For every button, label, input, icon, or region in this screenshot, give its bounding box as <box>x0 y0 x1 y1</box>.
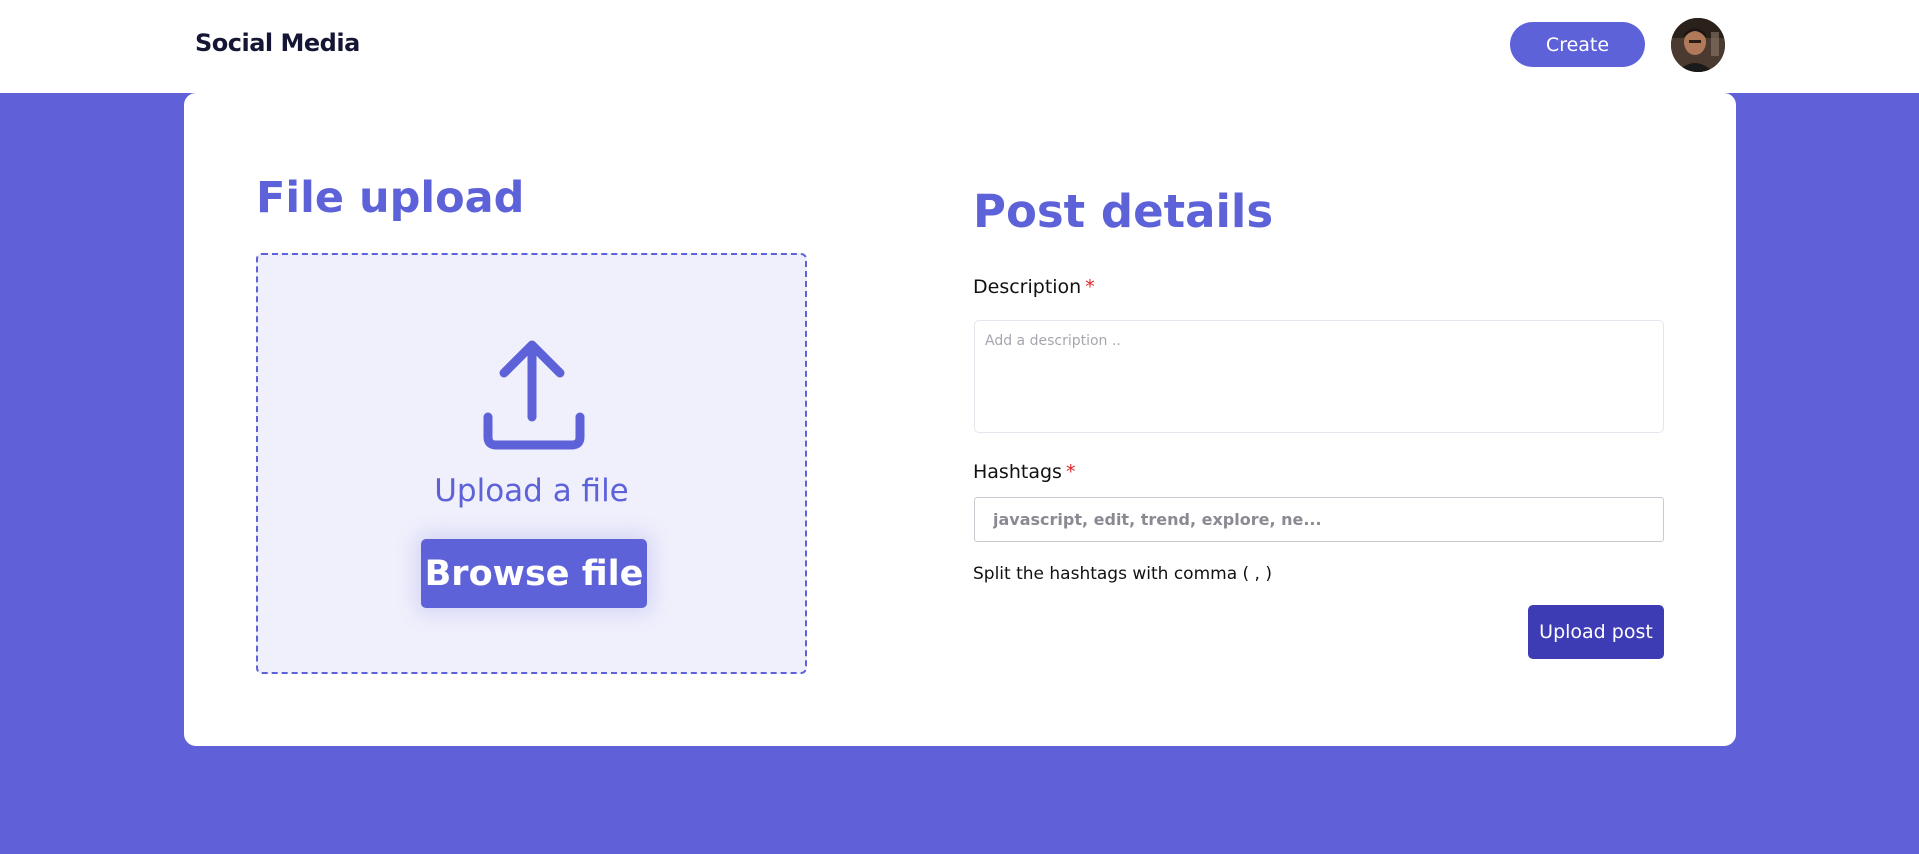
create-button[interactable]: Create <box>1510 22 1645 67</box>
description-input[interactable] <box>974 320 1664 433</box>
required-asterisk: * <box>1085 276 1095 298</box>
create-post-card: File upload Upload a file Browse file Po… <box>184 93 1736 746</box>
hashtags-label-text: Hashtags <box>973 461 1062 483</box>
description-label: Description * <box>973 276 1095 298</box>
file-dropzone[interactable]: Upload a file Browse file <box>256 253 807 674</box>
browse-file-button[interactable]: Browse file <box>421 539 647 608</box>
avatar[interactable] <box>1671 18 1725 72</box>
hashtags-label: Hashtags * <box>973 461 1075 483</box>
avatar-image <box>1671 18 1725 72</box>
navbar: Social Media Create <box>0 0 1919 93</box>
upload-a-file-text: Upload a file <box>434 473 629 509</box>
upload-post-button[interactable]: Upload post <box>1528 605 1664 659</box>
hashtags-input[interactable] <box>974 497 1664 542</box>
post-details-title: Post details <box>973 185 1274 238</box>
required-asterisk: * <box>1065 461 1076 483</box>
upload-icon <box>483 340 585 450</box>
file-upload-title: File upload <box>256 173 525 223</box>
hashtags-hint: Split the hashtags with comma ( , ) <box>973 564 1272 584</box>
brand-logo[interactable]: Social Media <box>195 29 360 57</box>
description-label-text: Description <box>973 276 1082 298</box>
